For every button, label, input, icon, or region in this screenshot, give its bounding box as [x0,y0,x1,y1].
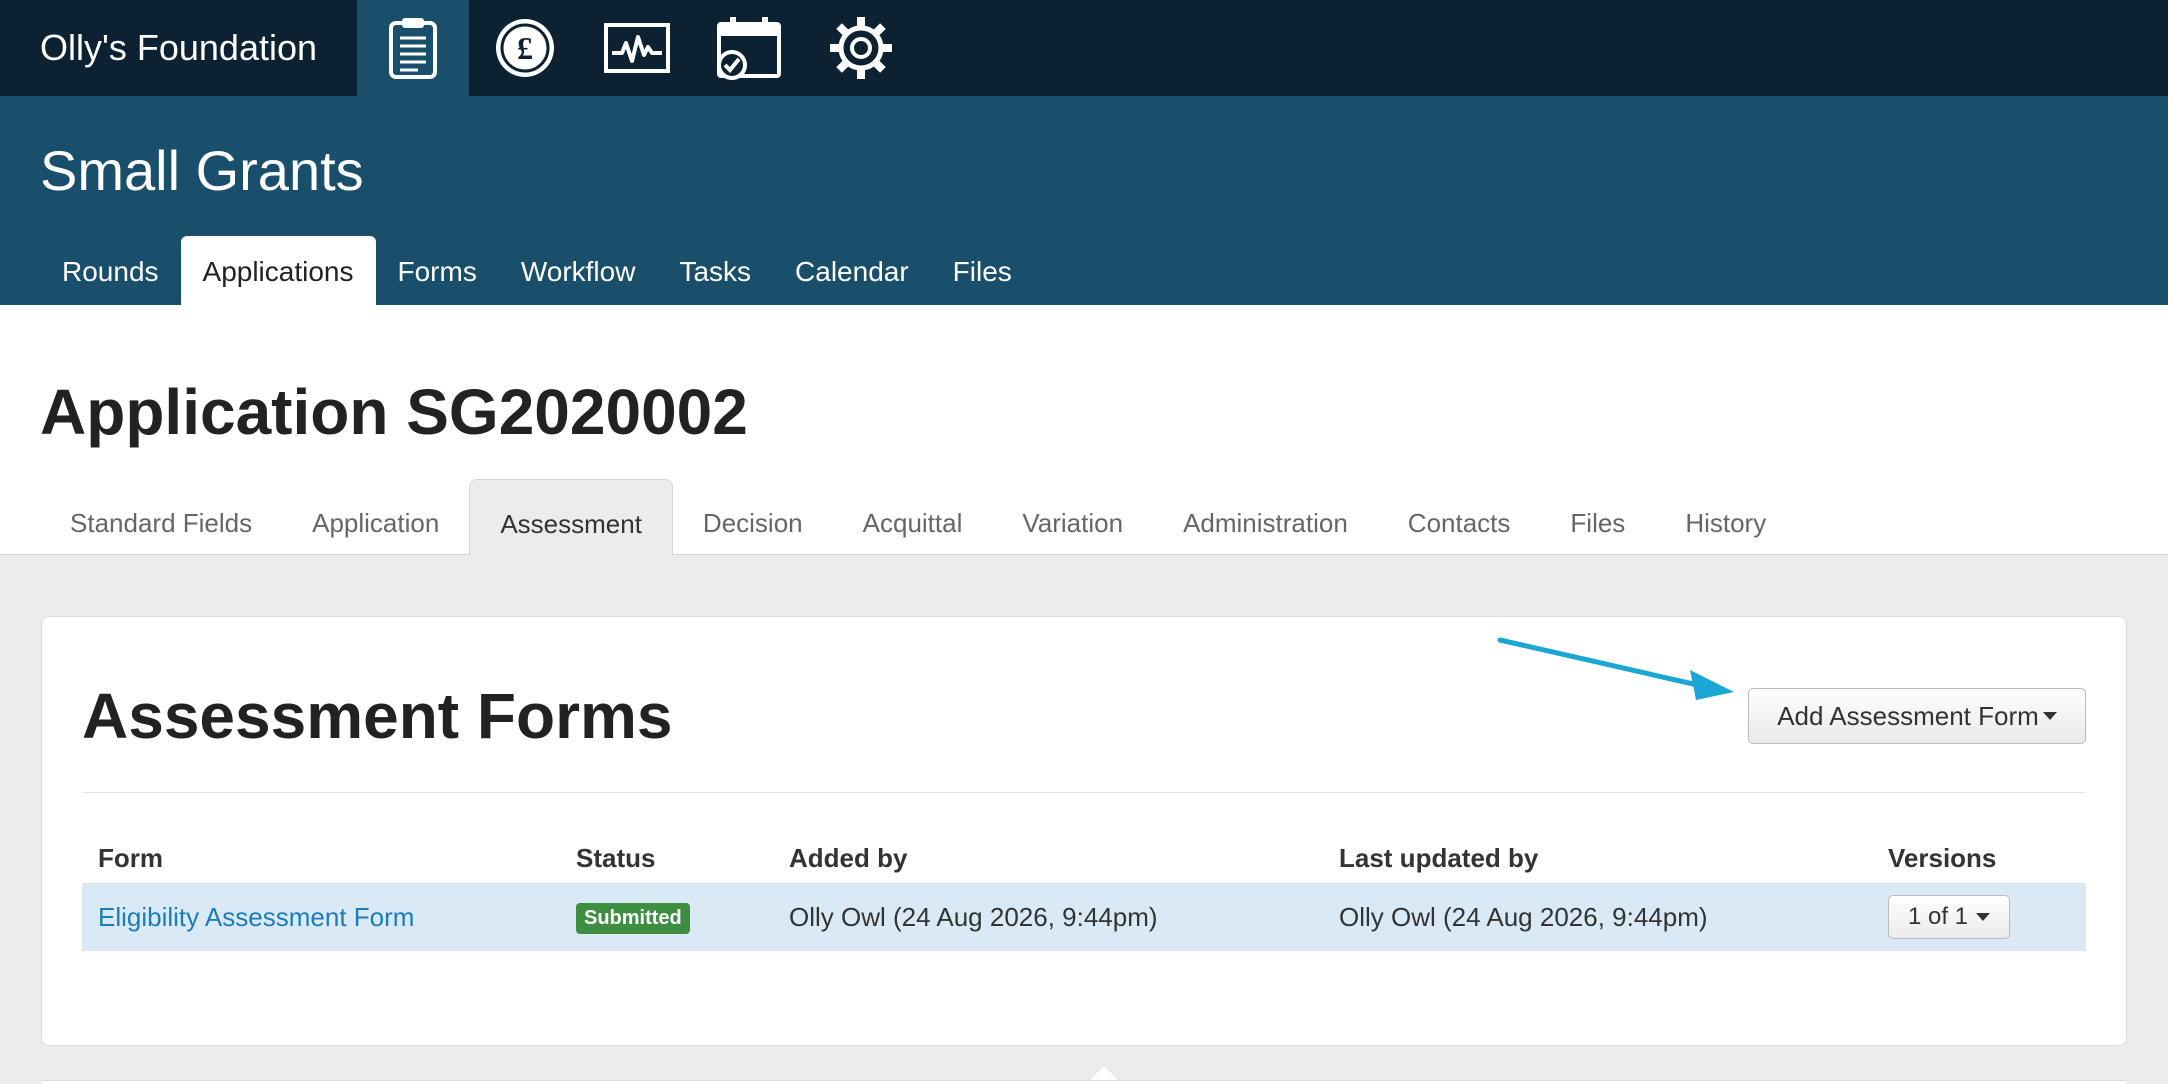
nav-forms[interactable]: Forms [376,236,499,305]
added-by-cell: Olly Owl (24 Aug 2026, 9:44pm) [773,882,1323,951]
tab-contacts[interactable]: Contacts [1378,479,1541,555]
nav-applications[interactable]: Applications [180,236,376,305]
calendar-nav-button[interactable] [693,0,805,96]
tab-files[interactable]: Files [1540,479,1655,555]
table-header-row: Form Status Added by Last updated by Ver… [82,835,2086,883]
application-tabs: Standard Fields Application Assessment D… [40,479,1796,556]
tab-standard-fields[interactable]: Standard Fields [40,479,282,555]
caret-down-icon [1976,913,1991,922]
program-title: Small Grants [40,139,364,202]
program-header: Small Grants Rounds Applications Forms W… [0,96,2168,305]
panel-notch [1090,1066,1118,1080]
divider [82,792,2086,793]
payments-nav-button[interactable]: £ [469,0,581,96]
pound-coin-icon: £ [493,16,557,80]
column-header-form: Form [98,843,163,874]
status-badge: Submitted [576,903,690,935]
nav-calendar[interactable]: Calendar [773,236,931,305]
nav-files[interactable]: Files [931,236,1034,305]
gear-icon [828,15,894,81]
table-row[interactable]: Eligibility Assessment Form Submitted Ol… [82,882,2086,951]
nav-tasks[interactable]: Tasks [657,236,773,305]
tab-history[interactable]: History [1655,479,1796,555]
caret-down-icon [2042,712,2057,720]
page-title: Application SG2020002 [40,376,748,448]
tab-decision[interactable]: Decision [673,479,833,555]
panel-title: Assessment Forms [82,680,673,752]
tab-administration[interactable]: Administration [1153,479,1378,555]
nav-workflow[interactable]: Workflow [499,236,658,305]
assessment-forms-table: Form Status Added by Last updated by Ver… [82,835,2086,951]
versions-label: 1 of 1 [1907,903,1969,931]
calendar-check-icon [716,15,782,81]
add-assessment-form-label: Add Assessment Form [1777,700,2039,731]
annotation-arrow-icon [1490,630,1740,715]
program-nav: Rounds Applications Forms Workflow Tasks… [40,236,1034,305]
tab-acquittal[interactable]: Acquittal [833,479,993,555]
settings-nav-button[interactable] [805,0,917,96]
last-updated-by-cell: Olly Owl (24 Aug 2026, 9:44pm) [1323,882,1872,951]
versions-dropdown[interactable]: 1 of 1 [1888,895,2010,940]
svg-text:£: £ [517,30,533,66]
reports-nav-button[interactable] [581,0,693,96]
add-assessment-form-button[interactable]: Add Assessment Form [1748,688,2086,744]
tab-assessment[interactable]: Assessment [469,479,673,556]
organization-name[interactable]: Olly's Foundation [0,27,357,69]
activity-chart-icon [604,23,670,73]
clipboard-icon [388,16,438,80]
column-header-status: Status [576,843,656,874]
tab-variation[interactable]: Variation [992,479,1153,555]
column-header-last-updated-by: Last updated by [1339,843,1539,874]
assessment-forms-panel: Assessment Forms Add Assessment Form For… [41,616,2127,1046]
tab-application[interactable]: Application [282,479,469,555]
application-header: Application SG2020002 Standard Fields Ap… [0,305,2168,556]
nav-rounds[interactable]: Rounds [40,236,181,305]
top-bar: Olly's Foundation £ [0,0,2168,96]
applications-nav-button[interactable] [357,0,469,96]
column-header-versions: Versions [1888,843,1997,874]
next-panel-edge [41,1080,2127,1084]
column-header-added-by: Added by [789,843,908,874]
form-link[interactable]: Eligibility Assessment Form [98,902,414,932]
